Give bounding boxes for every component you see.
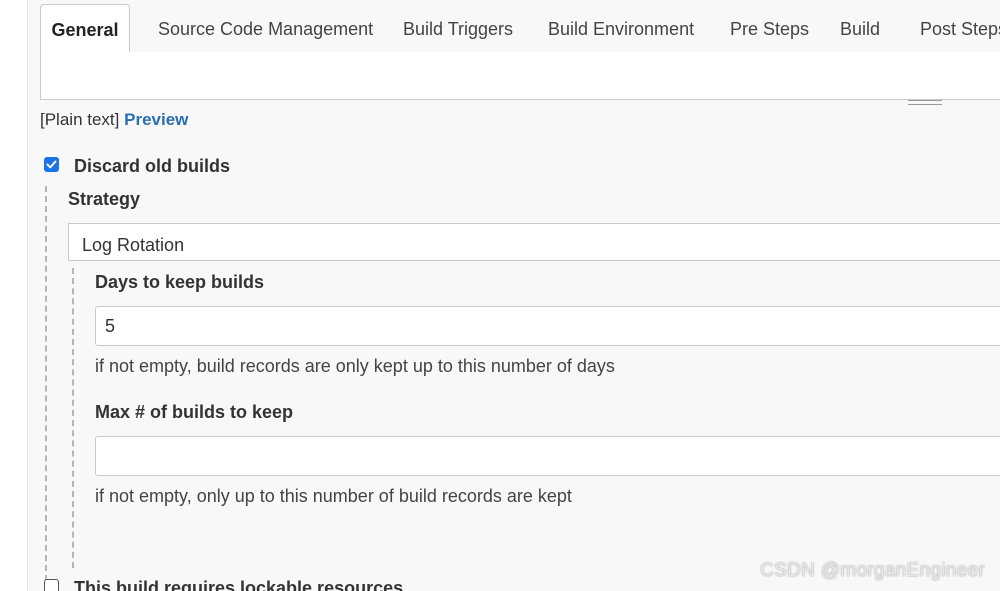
tab-pre-steps[interactable]: Pre Steps: [730, 4, 809, 52]
max-builds-label: Max # of builds to keep: [95, 402, 294, 422]
lockable-resources-checkbox[interactable]: [44, 579, 59, 591]
tab-build-triggers[interactable]: Build Triggers: [403, 4, 513, 52]
lockable-resources-label: This build requires lockable resources: [74, 578, 404, 591]
left-gutter: [0, 0, 28, 591]
tab-source-code-management[interactable]: Source Code Management: [158, 4, 373, 52]
check-icon: [46, 160, 57, 169]
tab-build[interactable]: Build: [840, 4, 880, 52]
textarea-resize-handle[interactable]: [908, 100, 942, 105]
watermark: CSDN @morganEngineer: [760, 560, 985, 581]
config-tabbar: General Source Code Management Build Tri…: [40, 4, 1000, 53]
max-builds-help: if not empty, only up to this number of …: [95, 486, 572, 506]
page: General Source Code Management Build Tri…: [0, 0, 1000, 591]
days-to-keep-help: if not empty, build records are only kep…: [95, 356, 615, 376]
preview-link[interactable]: Preview: [124, 110, 188, 129]
tab-build-environment[interactable]: Build Environment: [548, 4, 694, 52]
strategy-select[interactable]: Log Rotation: [68, 223, 1000, 261]
days-to-keep-input[interactable]: [95, 306, 1000, 346]
tab-post-steps[interactable]: Post Steps: [920, 4, 1000, 52]
config-content: General Source Code Management Build Tri…: [28, 0, 1000, 591]
description-format-row: [Plain text] Preview: [40, 110, 188, 130]
days-to-keep-label: Days to keep builds: [95, 272, 265, 292]
tab-general[interactable]: General: [40, 4, 130, 53]
discard-section-guide: [45, 186, 47, 591]
description-textarea[interactable]: [40, 52, 1000, 100]
strategy-section-guide: [72, 268, 74, 568]
discard-old-builds-label: Discard old builds: [74, 156, 231, 176]
format-label: [Plain text]: [40, 110, 120, 129]
strategy-label: Strategy: [68, 189, 141, 209]
discard-old-builds-checkbox[interactable]: [44, 157, 59, 172]
max-builds-input[interactable]: [95, 436, 1000, 476]
